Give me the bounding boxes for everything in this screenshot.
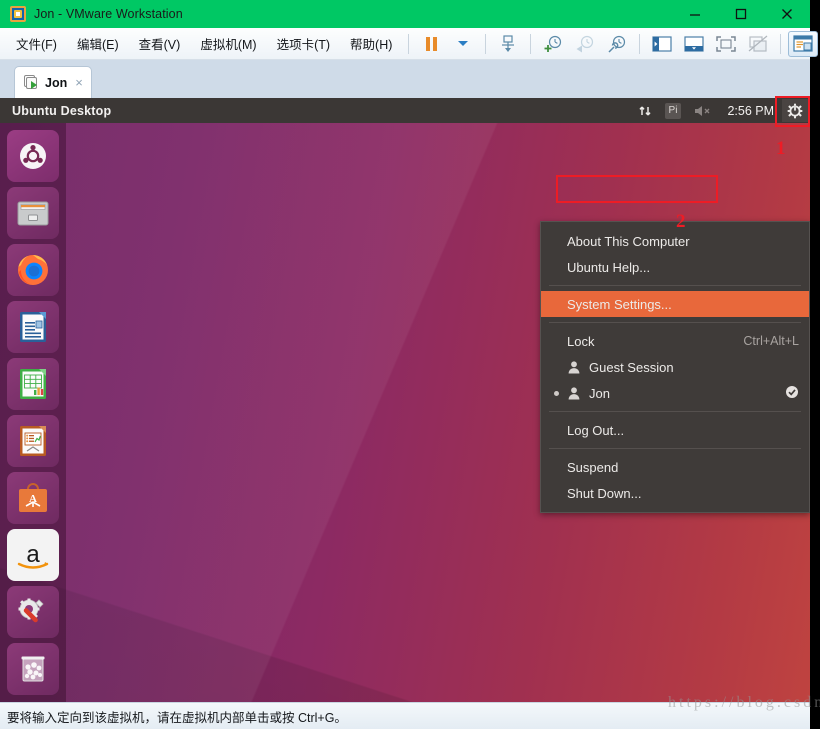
toolbar-separator bbox=[408, 33, 410, 54]
current-session-bullet bbox=[554, 391, 559, 396]
amazon-icon[interactable]: a bbox=[7, 529, 59, 581]
menu-item-lock[interactable]: Lock Ctrl+Alt+L bbox=[541, 328, 809, 354]
menu-item-label: Ubuntu Help... bbox=[567, 259, 651, 275]
system-settings-icon[interactable] bbox=[7, 586, 59, 638]
revert-snapshot-icon bbox=[570, 31, 600, 57]
menu-help[interactable]: 帮助(H) bbox=[340, 30, 402, 57]
menu-item-ubuntu-help[interactable]: Ubuntu Help... bbox=[541, 254, 809, 280]
send-ctrl-alt-del-icon[interactable] bbox=[493, 31, 523, 57]
libreoffice-impress-icon[interactable] bbox=[7, 415, 59, 467]
close-icon[interactable]: × bbox=[75, 75, 83, 90]
chevron-down-icon[interactable] bbox=[448, 31, 478, 57]
window-title: Jon - VMware Workstation bbox=[34, 7, 183, 21]
annotation-number-2: 2 bbox=[676, 211, 686, 232]
menu-item-label: Jon bbox=[589, 385, 610, 401]
annotation-number-1: 1 bbox=[776, 138, 786, 159]
volume-muted-icon[interactable] bbox=[687, 98, 719, 123]
menu-item-jon[interactable]: Jon bbox=[541, 380, 809, 406]
page-title: Ubuntu Desktop bbox=[12, 103, 112, 118]
snapshot-manager-icon[interactable] bbox=[602, 31, 632, 57]
check-icon bbox=[785, 385, 799, 402]
menu-item-label: About This Computer bbox=[567, 233, 690, 249]
menu-item-label: Suspend bbox=[567, 459, 619, 475]
menu-item-shut-down[interactable]: Shut Down... bbox=[541, 480, 809, 506]
libreoffice-writer-icon[interactable] bbox=[7, 301, 59, 353]
clock[interactable]: 2:56 PM bbox=[719, 98, 782, 123]
annotation-box-system-settings bbox=[556, 175, 718, 203]
menu-tabs[interactable]: 选项卡(T) bbox=[267, 30, 340, 57]
menu-item-accelerator: Ctrl+Alt+L bbox=[743, 334, 799, 348]
show-sidebar-icon[interactable] bbox=[647, 31, 677, 57]
toolbar-separator bbox=[485, 33, 487, 54]
tab-label: Jon bbox=[45, 75, 68, 90]
vm-powered-on-icon bbox=[23, 74, 39, 91]
pause-icon[interactable] bbox=[416, 31, 446, 57]
input-source-label: Pi bbox=[664, 102, 682, 119]
maximize-button[interactable] bbox=[718, 0, 764, 28]
window-titlebar: Jon - VMware Workstation bbox=[0, 0, 810, 28]
take-snapshot-icon[interactable] bbox=[538, 31, 568, 57]
menu-vm[interactable]: 虚拟机(M) bbox=[190, 30, 266, 57]
menu-item-label: Log Out... bbox=[567, 422, 625, 438]
firefox-icon[interactable] bbox=[7, 244, 59, 296]
unity-launcher: A a bbox=[0, 123, 66, 702]
menu-item-label: Lock bbox=[567, 333, 595, 349]
menu-separator bbox=[549, 322, 801, 323]
menu-edit[interactable]: 编辑(E) bbox=[67, 30, 129, 57]
close-button[interactable] bbox=[764, 0, 810, 28]
svg-text:a: a bbox=[26, 541, 40, 568]
ubuntu-software-icon[interactable]: A bbox=[7, 472, 59, 524]
menu-item-label: Guest Session bbox=[589, 359, 674, 375]
menu-item-suspend[interactable]: Suspend bbox=[541, 454, 809, 480]
ubuntu-dash-icon[interactable] bbox=[7, 130, 59, 182]
menu-view[interactable]: 查看(V) bbox=[129, 30, 191, 57]
user-icon bbox=[568, 387, 580, 400]
input-source-indicator[interactable]: Pi bbox=[659, 98, 688, 123]
menu-item-label: Shut Down... bbox=[567, 485, 642, 501]
menu-item-log-out[interactable]: Log Out... bbox=[541, 417, 809, 443]
menu-item-label: System Settings... bbox=[567, 296, 672, 312]
show-thumbnail-bar-icon[interactable] bbox=[679, 31, 709, 57]
toolbar-separator bbox=[530, 33, 532, 54]
trash-icon[interactable] bbox=[7, 643, 59, 695]
ubuntu-top-panel: Ubuntu Desktop Pi 2:56 PM bbox=[0, 98, 810, 123]
user-icon bbox=[568, 361, 580, 374]
watermark: https://blog.csdn.net bbox=[668, 694, 820, 711]
menu-file[interactable]: 文件(F) bbox=[6, 30, 67, 57]
toolbar-separator bbox=[780, 33, 782, 54]
unity-mode-icon bbox=[743, 31, 773, 57]
menu-item-guest-session[interactable]: Guest Session bbox=[541, 354, 809, 380]
files-icon[interactable] bbox=[7, 187, 59, 239]
enter-fullscreen-icon[interactable] bbox=[711, 31, 741, 57]
menu-separator bbox=[549, 285, 801, 286]
menu-item-about-this-computer[interactable]: About This Computer bbox=[541, 228, 809, 254]
statusbar-text: 要将输入定向到该虚拟机，请在虚拟机内部单击或按 Ctrl+G。 bbox=[7, 710, 347, 725]
console-view-icon[interactable] bbox=[788, 30, 819, 57]
minimize-button[interactable] bbox=[672, 0, 718, 28]
tab-jon[interactable]: Jon × bbox=[14, 66, 92, 98]
session-dropdown-menu: About This Computer Ubuntu Help... Syste… bbox=[540, 221, 810, 513]
menu-separator bbox=[549, 411, 801, 412]
toolbar-separator bbox=[639, 33, 641, 54]
vmware-workstation-window: Jon - VMware Workstation 文件(F) 编辑(E) 查看(… bbox=[0, 0, 820, 729]
menu-item-system-settings[interactable]: System Settings... bbox=[541, 291, 809, 317]
menubar: 文件(F) 编辑(E) 查看(V) 虚拟机(M) 选项卡(T) 帮助(H) bbox=[0, 28, 819, 60]
menu-separator bbox=[549, 448, 801, 449]
libreoffice-calc-icon[interactable] bbox=[7, 358, 59, 410]
annotation-box-gear bbox=[775, 96, 810, 127]
vmware-logo-icon bbox=[10, 6, 26, 22]
network-icon[interactable] bbox=[631, 98, 659, 123]
tab-strip: Jon × bbox=[0, 60, 810, 98]
